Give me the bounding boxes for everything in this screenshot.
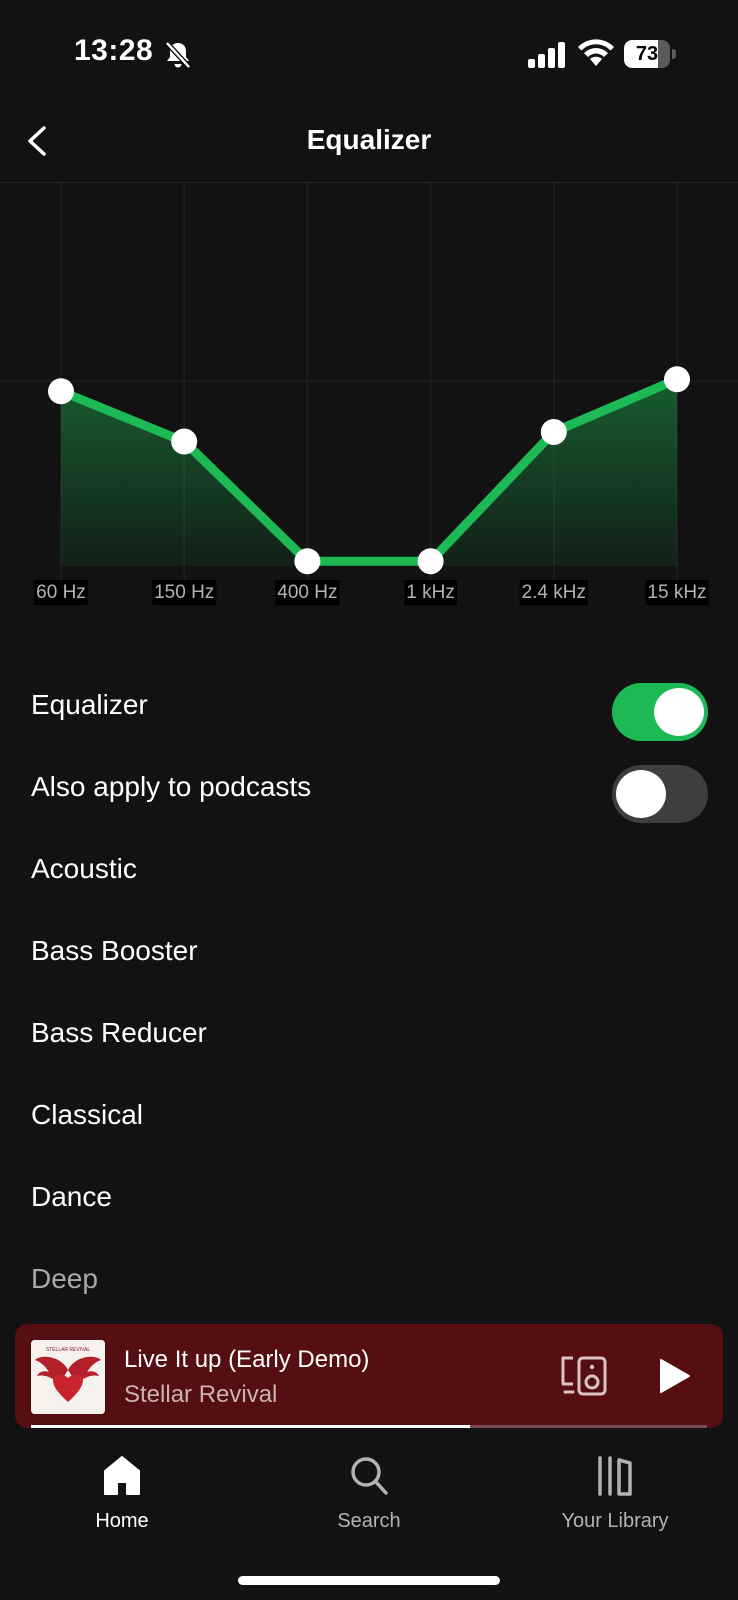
nav-home[interactable]: Home [22, 1440, 222, 1540]
nav-library[interactable]: Your Library [515, 1440, 715, 1540]
preset-label: Dance [31, 1181, 112, 1212]
equalizer-chart[interactable]: 60 Hz 150 Hz 400 Hz 1 kHz 2.4 kHz 15 kHz [0, 183, 738, 613]
eq-band-handle[interactable] [540, 418, 567, 445]
library-icon [598, 1456, 632, 1496]
equalizer-graph[interactable]: 60 Hz 150 Hz 400 Hz 1 kHz 2.4 kHz 15 kHz [0, 183, 738, 613]
preset-label: Bass Reducer [31, 1017, 207, 1048]
nav-search[interactable]: Search [269, 1440, 469, 1540]
preset-label: Acoustic [31, 853, 137, 884]
eq-band-label: 1 kHz [406, 582, 455, 603]
eq-fill-area [61, 379, 677, 566]
cellular-signal-icon [528, 42, 566, 68]
playback-progress[interactable] [31, 1425, 707, 1428]
home-indicator[interactable] [238, 1576, 500, 1585]
toggle-knob [616, 770, 666, 818]
eq-band-label: 60 Hz [36, 582, 86, 603]
connect-device-icon [561, 1356, 607, 1396]
battery-icon: 73 [624, 40, 676, 68]
bell-slash-icon [164, 40, 192, 70]
eq-band-handle[interactable] [48, 378, 74, 405]
eq-band-handle[interactable] [417, 548, 444, 575]
eq-band-handle[interactable] [664, 366, 690, 393]
nav-home-label: Home [95, 1510, 149, 1532]
battery-cap [672, 49, 676, 59]
page-title: Equalizer [306, 124, 432, 155]
battery-level: 73 [635, 43, 659, 65]
play-button[interactable] [651, 1354, 695, 1398]
equalizer-screen: 13:28 73 Equalizer 60 Hz 150 Hz 400 Hz 1… [0, 0, 738, 1600]
battery-body: 73 [624, 40, 670, 68]
podcasts-toggle[interactable] [612, 765, 708, 823]
play-icon [660, 1359, 690, 1393]
preset-bass-booster[interactable]: Bass Booster [0, 910, 738, 992]
header: Equalizer [0, 100, 738, 183]
playback-progress-fill [31, 1425, 471, 1428]
eq-band-handle[interactable] [171, 428, 198, 455]
album-art: STELLAR REVIVAL [31, 1340, 105, 1414]
equalizer-toggle-row[interactable]: Equalizer [0, 664, 738, 746]
preset-label: Classical [31, 1099, 144, 1130]
mini-player[interactable]: STELLAR REVIVAL Live It up (Early Demo) … [15, 1324, 723, 1428]
eq-band-handle[interactable] [294, 548, 321, 575]
equalizer-toggle-label: Equalizer [31, 689, 148, 720]
eq-band-label: 150 Hz [154, 582, 214, 603]
podcasts-toggle-row[interactable]: Also apply to podcasts [0, 746, 738, 828]
eq-band-label: 400 Hz [277, 582, 337, 603]
home-icon [104, 1456, 140, 1495]
preset-acoustic[interactable]: Acoustic [0, 828, 738, 910]
preset-dance[interactable]: Dance [0, 1156, 738, 1238]
podcasts-toggle-label: Also apply to podcasts [31, 771, 312, 802]
eq-band-label: 15 kHz [647, 582, 706, 603]
preset-label: Bass Booster [31, 935, 198, 966]
wifi-icon [578, 38, 614, 68]
status-bar: 13:28 73 [0, 0, 738, 100]
album-art-text: STELLAR REVIVAL [46, 1347, 91, 1353]
toggle-knob [654, 688, 704, 736]
status-time: 13:28 [74, 34, 154, 67]
preset-classical[interactable]: Classical [0, 1074, 738, 1156]
eq-band-label: 2.4 kHz [522, 582, 586, 603]
track-artist: Stellar Revival [124, 1381, 278, 1408]
track-title: Live It up (Early Demo) [124, 1346, 370, 1373]
preset-bass-reducer[interactable]: Bass Reducer [0, 992, 738, 1074]
search-icon [351, 1457, 388, 1495]
connect-device-button[interactable] [559, 1354, 609, 1398]
preset-label: Deep [31, 1263, 98, 1294]
equalizer-toggle[interactable] [612, 683, 708, 741]
preset-deep[interactable]: Deep [0, 1238, 738, 1320]
nav-library-label: Your Library [561, 1510, 669, 1532]
nav-search-label: Search [337, 1510, 401, 1532]
